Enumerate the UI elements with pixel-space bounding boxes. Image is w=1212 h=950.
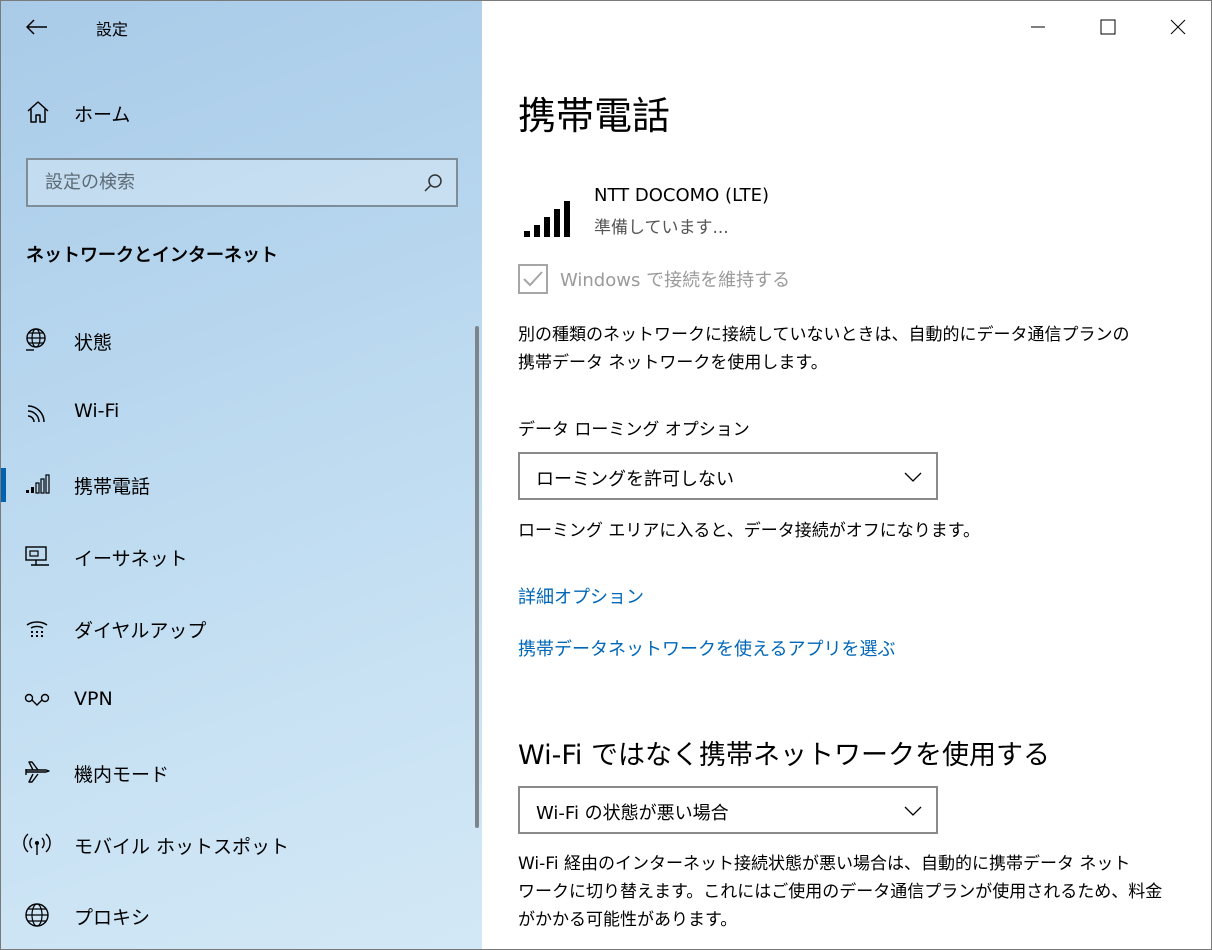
- cellular-icon: [26, 474, 50, 494]
- search-icon[interactable]: [422, 172, 444, 194]
- home-icon: [27, 101, 49, 123]
- cellular-description-line: 別の種類のネットワークに接続していないときは、自動的にデータ通信プランの: [518, 325, 1130, 345]
- globe-icon: [25, 903, 49, 927]
- sidebar-item-hotspot[interactable]: モバイル ホットスポット: [1, 814, 471, 874]
- keep-connected-checkbox-row[interactable]: Windows で接続を維持する: [518, 263, 790, 295]
- signal-strength-icon: [524, 201, 570, 237]
- maximize-button[interactable]: [1073, 1, 1143, 53]
- active-indicator: [1, 468, 6, 502]
- cellular-description-line: 携帯データ ネットワークを使用します。: [518, 353, 828, 373]
- sidebar-item-label: 状態: [74, 332, 113, 354]
- sidebar-item-label: ダイヤルアップ: [74, 620, 207, 642]
- app-title: 設定: [96, 20, 129, 39]
- page-title: 携帯電話: [518, 94, 671, 138]
- prefer-cellular-note-line: ワークに切り替えます。これにはご使用のデータ通信プランが使用されるため、料金: [518, 882, 1163, 902]
- ethernet-icon: [25, 546, 49, 566]
- back-arrow-icon: [26, 19, 47, 35]
- roaming-options-label: データ ローミング オプション: [518, 420, 750, 440]
- sidebar-scrollbar[interactable]: [475, 326, 479, 828]
- sidebar-item-vpn[interactable]: VPN: [1, 670, 471, 730]
- prefer-cellular-note-line: Wi-Fi 経由のインターネット接続状態が悪い場合は、自動的に携帯データ ネット: [518, 854, 1131, 874]
- sidebar-item-airplane[interactable]: 機内モード: [1, 742, 471, 802]
- cellular-description: 別の種類のネットワークに接続していないときは、自動的にデータ通信プランの 携帯デ…: [518, 321, 1178, 377]
- sidebar-item-ethernet[interactable]: イーサネット: [1, 526, 471, 586]
- keep-connected-checkbox[interactable]: [518, 264, 548, 294]
- network-status: 準備しています...: [594, 218, 729, 238]
- roaming-note: ローミング エリアに入ると、データ接続がオフになります。: [518, 521, 981, 541]
- sidebar-item-cellular[interactable]: 携帯電話: [1, 454, 471, 514]
- sidebar: 設定 ホーム ネットワークとインターネット 状態: [1, 1, 482, 949]
- sidebar-item-proxy[interactable]: プロキシ: [1, 885, 471, 945]
- close-button[interactable]: [1143, 1, 1211, 53]
- titlebar-left: 設定: [1, 1, 482, 53]
- sidebar-item-label: プロキシ: [74, 907, 151, 929]
- prefer-cellular-note-line: がかかる可能性があります。: [518, 910, 738, 930]
- main-content: 携帯電話 NTT DOCOMO (LTE) 準備しています... Windows…: [482, 1, 1211, 949]
- roaming-selected-value: ローミングを許可しない: [536, 469, 734, 490]
- sidebar-item-label: 携帯電話: [74, 476, 151, 498]
- search-input[interactable]: [28, 160, 408, 205]
- vpn-icon: [24, 693, 50, 706]
- prefer-cellular-dropdown[interactable]: Wi-Fi の状態が悪い場合: [518, 786, 938, 834]
- minimize-icon: [1031, 26, 1045, 28]
- search-box[interactable]: [26, 158, 458, 207]
- advanced-options-link[interactable]: 詳細オプション: [518, 583, 644, 609]
- chevron-down-icon: [904, 472, 922, 482]
- prefer-cellular-heading: Wi-Fi ではなく携帯ネットワークを使用する: [518, 740, 1050, 771]
- minimize-button[interactable]: [1003, 1, 1073, 53]
- back-button[interactable]: [15, 9, 59, 45]
- network-name: NTT DOCOMO (LTE): [594, 185, 770, 206]
- maximize-icon: [1100, 19, 1116, 35]
- sidebar-item-wifi[interactable]: Wi-Fi: [1, 382, 471, 442]
- sidebar-item-label: VPN: [74, 688, 113, 710]
- globe-status-icon: [26, 328, 46, 351]
- sidebar-item-label: Wi-Fi: [74, 400, 120, 422]
- sidebar-item-label: イーサネット: [74, 548, 188, 570]
- prefer-cellular-note: Wi-Fi 経由のインターネット接続状態が悪い場合は、自動的に携帯データ ネット…: [518, 850, 1178, 934]
- close-icon: [1170, 19, 1186, 35]
- prefer-cellular-selected-value: Wi-Fi の状態が悪い場合: [536, 803, 729, 824]
- sidebar-item-label: モバイル ホットスポット: [74, 836, 290, 858]
- sidebar-item-home[interactable]: ホーム: [1, 89, 482, 133]
- airplane-icon: [25, 761, 50, 783]
- hotspot-icon: [23, 833, 51, 855]
- choose-apps-link[interactable]: 携帯データネットワークを使えるアプリを選ぶ: [518, 635, 895, 661]
- chevron-down-icon: [904, 806, 922, 816]
- keep-connected-label: Windows で接続を維持する: [560, 270, 791, 291]
- sidebar-item-status[interactable]: 状態: [1, 310, 471, 370]
- wifi-icon: [27, 405, 45, 423]
- roaming-options-dropdown[interactable]: ローミングを許可しない: [518, 452, 938, 500]
- sidebar-item-label: 機内モード: [74, 764, 170, 786]
- sidebar-section-heading: ネットワークとインターネット: [26, 245, 278, 266]
- checkmark-icon: [523, 271, 543, 287]
- sidebar-item-dialup[interactable]: ダイヤルアップ: [1, 598, 471, 658]
- dialup-icon: [26, 621, 48, 637]
- settings-window: 設定 ホーム ネットワークとインターネット 状態: [0, 0, 1212, 950]
- sidebar-item-home-label: ホーム: [74, 104, 131, 126]
